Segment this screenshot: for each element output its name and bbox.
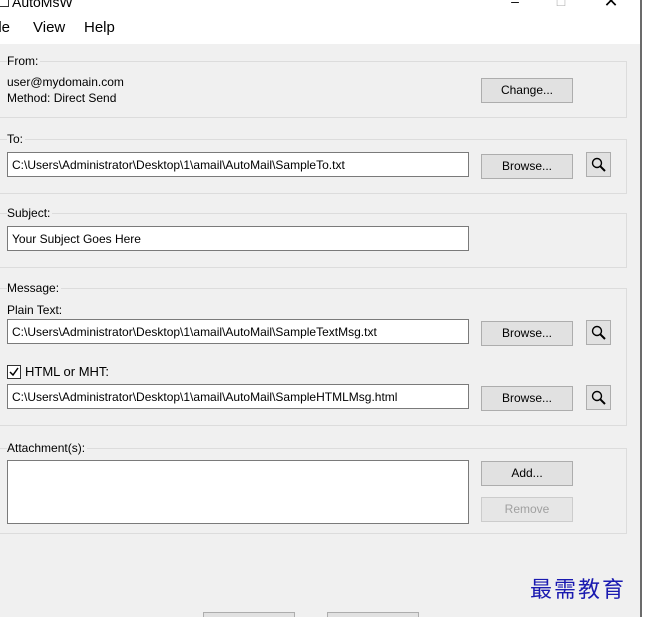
close-button[interactable]: ✕	[588, 0, 634, 10]
message-label: Message:	[7, 281, 62, 296]
maximize-button[interactable]: □	[538, 0, 584, 10]
window-border	[640, 0, 642, 617]
subject-label: Subject:	[7, 206, 53, 221]
html-browse-button[interactable]: Browse...	[481, 386, 573, 411]
subject-input[interactable]: Your Subject Goes Here	[7, 226, 469, 251]
html-preview-button[interactable]	[586, 385, 611, 410]
menu-file[interactable]: ile	[0, 19, 10, 36]
magnifier-icon	[591, 157, 606, 172]
window-title: AutoMsW	[12, 0, 73, 10]
magnifier-icon	[591, 390, 606, 405]
to-browse-button[interactable]: Browse...	[481, 154, 573, 179]
menu-view[interactable]: View	[33, 19, 65, 36]
cancel-button[interactable]	[327, 612, 419, 617]
ok-button[interactable]	[203, 612, 295, 617]
plain-text-path-input[interactable]: C:\Users\Administrator\Desktop\1\amail\A…	[7, 319, 469, 344]
html-path-input[interactable]: C:\Users\Administrator\Desktop\1\amail\A…	[7, 384, 469, 409]
checkmark-icon	[9, 367, 19, 377]
attachments-list[interactable]	[7, 460, 469, 524]
remove-attachment-button: Remove	[481, 497, 573, 522]
main-window: AutoMsW – □ ✕ ile View Help From: user@m…	[0, 0, 642, 617]
plain-text-label: Plain Text:	[7, 303, 63, 317]
send-method: Method: Direct Send	[7, 91, 117, 105]
to-path-input[interactable]: C:\Users\Administrator\Desktop\1\amail\A…	[7, 152, 469, 177]
title-bar[interactable]: AutoMsW – □ ✕	[0, 0, 642, 10]
attachments-label: Attachment(s):	[7, 441, 88, 456]
minimize-button[interactable]: –	[492, 0, 538, 10]
from-email: user@mydomain.com	[7, 75, 124, 89]
html-checkbox-label[interactable]: HTML or MHT:	[25, 365, 109, 379]
from-label: From:	[7, 54, 41, 69]
to-label: To:	[7, 132, 26, 147]
add-attachment-button[interactable]: Add...	[481, 461, 573, 486]
change-button[interactable]: Change...	[481, 78, 573, 103]
menu-bar: ile View Help	[0, 10, 642, 44]
magnifier-icon	[591, 325, 606, 340]
app-icon	[0, 0, 9, 7]
watermark: 最需教育	[530, 578, 627, 603]
plain-text-browse-button[interactable]: Browse...	[481, 321, 573, 346]
to-preview-button[interactable]	[586, 152, 611, 177]
plain-text-preview-button[interactable]	[586, 320, 611, 345]
html-checkbox[interactable]	[7, 365, 21, 379]
menu-help[interactable]: Help	[84, 19, 115, 36]
